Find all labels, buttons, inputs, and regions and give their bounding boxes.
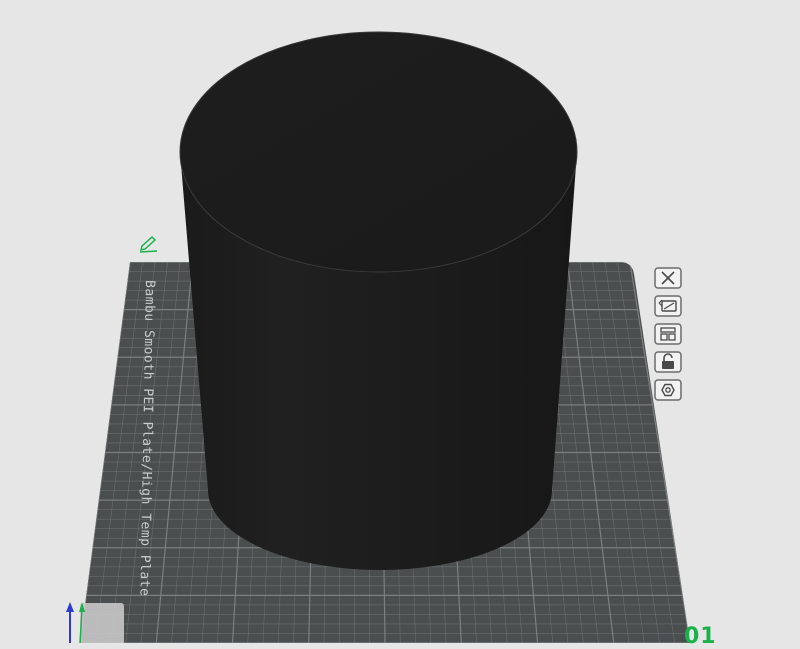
plate-close-button[interactable] [652, 266, 684, 290]
cylinder-top-face [179, 31, 578, 273]
arrange-icon [654, 323, 682, 345]
lock-icon [654, 351, 682, 373]
lock-plate-button[interactable] [652, 350, 684, 374]
auto-orient-icon [654, 295, 682, 317]
origin-marker [80, 603, 124, 643]
auto-orient-button[interactable] [652, 294, 684, 318]
hex-settings-icon [654, 379, 682, 401]
plate-settings-button[interactable] [652, 378, 684, 402]
edit-plate-name-icon[interactable] [139, 235, 158, 253]
close-icon [654, 267, 682, 289]
model-cylinder[interactable] [179, 31, 578, 570]
arrange-button[interactable] [652, 322, 684, 346]
plate-number: 01 [684, 624, 717, 649]
